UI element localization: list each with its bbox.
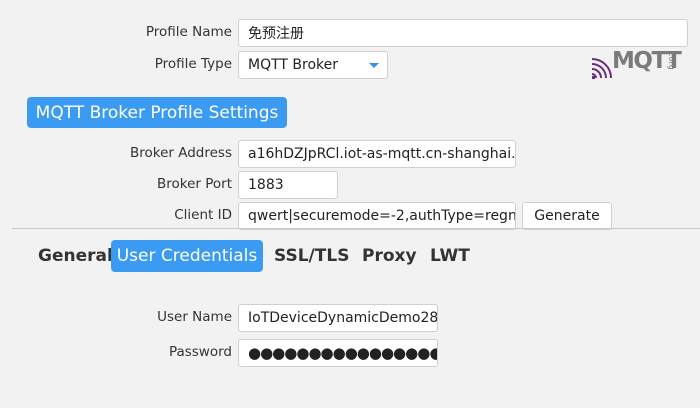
password-value: ●●●●●●●●●●●●●●●●●●●● [248,344,437,362]
profile-name-value: 免预注册 [248,26,304,42]
tab-user-credentials[interactable]: User Credentials [111,240,263,272]
broker-port-value: 1883 [248,177,284,193]
password-input[interactable]: ●●●●●●●●●●●●●●●●●●●● [238,339,438,367]
broker-address-value: a16hDZJpRCl.iot-as-mqtt.cn-shanghai.a [248,146,516,162]
user-name-value: IoTDeviceDynamicDemo28 [248,310,438,326]
profile-name-label: Profile Name [145,24,232,40]
divider [12,228,700,229]
tab-proxy[interactable]: Proxy [362,240,417,272]
profile-type-label: Profile Type [154,56,232,72]
profile-type-value: MQTT Broker [248,57,339,73]
user-name-label: User Name [157,309,232,325]
chevron-down-icon [369,63,379,68]
broker-port-input[interactable]: 1883 [238,171,338,199]
profile-type-select[interactable]: MQTT Broker [238,51,388,79]
profile-name-input[interactable]: 免预注册 [238,19,688,47]
mqtt-logo-suffix: .org [667,54,676,70]
generate-button[interactable]: Generate [522,202,612,230]
section-title: MQTT Broker Profile Settings [27,97,287,128]
broker-address-input[interactable]: a16hDZJpRCl.iot-as-mqtt.cn-shanghai.a [238,140,516,168]
tab-general[interactable]: General [38,240,113,272]
client-id-label: Client ID [174,207,232,223]
broker-address-label: Broker Address [129,145,232,161]
tab-lwt[interactable]: LWT [430,240,470,272]
client-id-value: qwert|securemode=-2,authType=regnw [248,208,516,224]
broker-port-label: Broker Port [156,176,232,192]
user-name-input[interactable]: IoTDeviceDynamicDemo28 [238,304,438,332]
password-label: Password [168,344,232,360]
mqtt-logo: MQTT .org [590,48,692,80]
tab-ssl-tls[interactable]: SSL/TLS [274,240,349,272]
client-id-input[interactable]: qwert|securemode=-2,authType=regnw [238,202,516,230]
